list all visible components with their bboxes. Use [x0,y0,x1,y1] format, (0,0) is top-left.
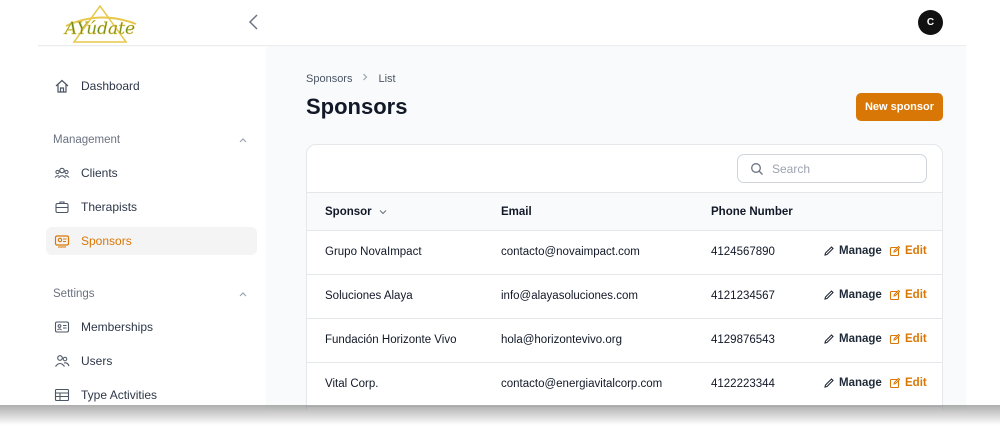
email-cell: info@alayasoluciones.com [501,290,638,302]
top-bar: AYúdate C [38,0,966,46]
app-window: AYúdate C Dashboard Management Clients T… [38,0,966,410]
sidebar-item-label: Users [81,354,113,368]
manage-button[interactable]: Manage [823,245,882,257]
search-box[interactable] [737,154,927,183]
sponsor-name-cell: Grupo NovaImpact [325,246,422,258]
sidebar-group-title: Settings [53,288,95,300]
sidebar-group-management[interactable]: Management [53,132,249,148]
chevron-down-icon [379,210,387,215]
breadcrumb: Sponsors List [306,72,396,85]
edit-button[interactable]: Edit [889,377,927,389]
table-row: Soluciones Alaya info@alayasoluciones.co… [307,275,942,319]
collapse-sidebar-button[interactable] [244,10,264,34]
home-icon [53,77,71,95]
new-sponsor-button[interactable]: New sponsor [856,93,943,121]
sidebar-item-users[interactable]: Users [46,347,257,375]
table-row: Vital Corp. contacto@energiavitalcorp.co… [307,363,942,407]
edit-square-icon [889,333,901,345]
manage-label: Manage [839,377,882,389]
pencil-icon [824,334,834,344]
sidebar-item-sponsors[interactable]: Sponsors [46,227,257,255]
sidebar-item-memberships[interactable]: Memberships [46,313,257,341]
email-cell: contacto@energiavitalcorp.com [501,378,663,390]
breadcrumb-sponsors-link[interactable]: Sponsors [306,73,352,85]
edit-label: Edit [905,245,927,257]
window-bottom-shadow [0,405,1000,425]
edit-square-icon [889,377,901,389]
chevron-up-icon [239,138,247,143]
sponsor-name-cell: Soluciones Alaya [325,290,413,302]
edit-square-icon [889,289,901,301]
email-cell: contacto@novaimpact.com [501,246,640,258]
pencil-icon [824,246,834,256]
column-header-email: Email [501,206,532,218]
sponsors-table-card: Sponsor Email Phone Number Grupo NovaImp… [306,144,943,410]
sidebar-item-label: Clients [81,166,118,180]
table-row: Fundación Horizonte Vivo hola@horizontev… [307,319,942,363]
id-card-icon [53,318,71,336]
sidebar-item-therapists[interactable]: Therapists [46,193,257,221]
column-header-label: Phone Number [711,206,793,218]
column-header-label: Email [501,206,532,218]
sidebar-item-label: Therapists [81,200,138,214]
chevron-left-icon [248,14,258,30]
edit-label: Edit [905,377,927,389]
breadcrumb-separator-icon [360,72,370,85]
sidebar-item-label: Type Activities [81,388,158,402]
sidebar-group-title: Management [53,134,121,146]
sidebar: Dashboard Management Clients Therapists … [38,47,266,410]
breadcrumb-current: List [378,72,396,85]
phone-cell: 4124567890 [711,246,775,258]
pencil-icon [824,378,834,388]
sponsor-icon [53,232,71,250]
sponsor-name-cell: Fundación Horizonte Vivo [325,334,457,346]
manage-button[interactable]: Manage [823,377,882,389]
table-header: Sponsor Email Phone Number [307,192,942,231]
sidebar-item-label: Dashboard [81,79,140,93]
main-content: Sponsors List Sponsors New sponsor Spons… [266,47,966,410]
manage-label: Manage [839,245,882,257]
edit-button[interactable]: Edit [889,289,927,301]
manage-label: Manage [839,333,882,345]
sidebar-item-label: Sponsors [81,234,132,248]
table-icon [53,386,71,404]
manage-label: Manage [839,289,882,301]
page-title: Sponsors [306,94,408,119]
phone-cell: 4129876543 [711,334,775,346]
column-header-phone: Phone Number [711,206,793,218]
email-cell: hola@horizontevivo.org [501,334,622,346]
search-input[interactable] [772,161,912,176]
edit-label: Edit [905,289,927,301]
column-header-sponsor[interactable]: Sponsor [325,206,388,218]
sidebar-item-label: Memberships [81,320,154,334]
edit-button[interactable]: Edit [889,333,927,345]
edit-button[interactable]: Edit [889,245,927,257]
edit-label: Edit [905,333,927,345]
phone-cell: 4121234567 [711,290,775,302]
manage-button[interactable]: Manage [823,289,882,301]
phone-cell: 4122223344 [711,378,775,390]
manage-button[interactable]: Manage [823,333,882,345]
sponsor-name-cell: Vital Corp. [325,378,379,390]
table-row: Grupo NovaImpact contacto@novaimpact.com… [307,231,942,275]
app-logo[interactable]: AYúdate [56,2,144,44]
chevron-up-icon [239,292,247,297]
sidebar-item-dashboard[interactable]: Dashboard [46,72,257,100]
pencil-icon [824,290,834,300]
users-icon [53,352,71,370]
edit-square-icon [889,245,901,257]
column-header-label: Sponsor [325,206,372,218]
sidebar-item-clients[interactable]: Clients [46,159,257,187]
sidebar-group-settings[interactable]: Settings [53,286,249,302]
briefcase-icon [53,198,71,216]
search-icon [750,162,764,176]
user-avatar[interactable]: C [918,10,943,35]
logo-text: AYúdate [63,19,135,39]
clients-icon [53,164,71,182]
